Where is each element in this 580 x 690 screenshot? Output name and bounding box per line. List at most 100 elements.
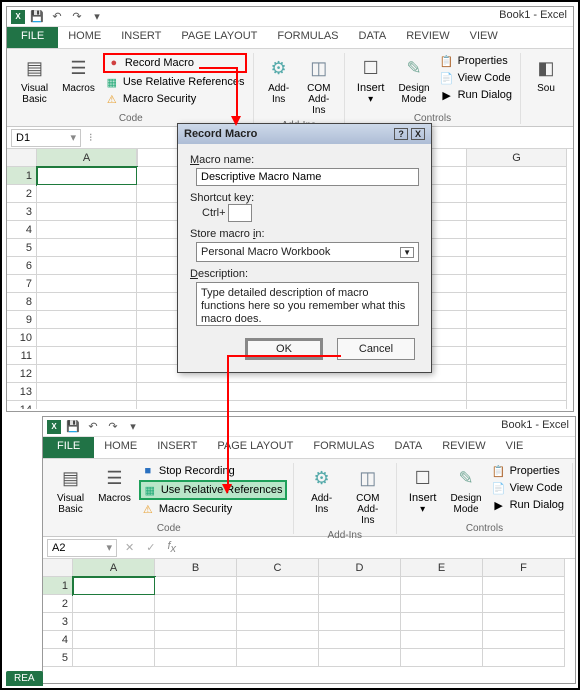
cell[interactable] (467, 257, 567, 275)
col-header-g[interactable]: G (467, 149, 567, 167)
cell[interactable] (467, 311, 567, 329)
row-header[interactable]: 4 (43, 631, 73, 649)
row-header[interactable]: 5 (43, 649, 73, 667)
namebox-dropdown-icon[interactable]: ▾ (106, 541, 112, 554)
tab-data[interactable]: DATA (385, 437, 433, 458)
cell[interactable] (73, 595, 155, 613)
row-header[interactable]: 9 (7, 311, 37, 329)
cell[interactable] (155, 649, 237, 667)
cell[interactable] (37, 401, 137, 409)
cell[interactable] (319, 577, 401, 595)
col-header[interactable]: F (483, 559, 565, 577)
visual-basic-button[interactable]: ▤ Visual Basic (51, 463, 90, 521)
cell[interactable] (37, 275, 137, 293)
insert-control-button[interactable]: ☐ Insert▾ (351, 53, 391, 111)
cell[interactable] (37, 329, 137, 347)
tab-page-layout[interactable]: PAGE LAYOUT (207, 437, 303, 458)
undo-icon[interactable]: ↶ (49, 9, 65, 25)
cell[interactable] (483, 577, 565, 595)
cell[interactable] (467, 275, 567, 293)
cell[interactable] (319, 649, 401, 667)
cell[interactable] (155, 631, 237, 649)
qat-dropdown-icon[interactable]: ▾ (89, 9, 105, 25)
tab-insert[interactable]: INSERT (111, 27, 171, 48)
cell[interactable] (467, 203, 567, 221)
namebox-dropdown-icon[interactable]: ▾ (70, 131, 76, 144)
design-mode-button[interactable]: ✎ Design Mode (392, 53, 435, 111)
row-header[interactable]: 11 (7, 347, 37, 365)
cell[interactable] (401, 649, 483, 667)
cell[interactable] (37, 185, 137, 203)
cell[interactable] (467, 221, 567, 239)
description-textarea[interactable]: Type detailed description of macro funct… (196, 282, 419, 326)
properties-button[interactable]: 📋 Properties (438, 53, 514, 69)
macro-name-input[interactable] (196, 168, 419, 186)
design-mode-button[interactable]: ✎ Design Mode (444, 463, 487, 521)
col-header-a[interactable]: A (37, 149, 137, 167)
cell[interactable] (155, 577, 237, 595)
row-header[interactable]: 12 (7, 365, 37, 383)
cell[interactable] (37, 347, 137, 365)
row-header[interactable]: 4 (7, 221, 37, 239)
cell[interactable] (137, 401, 467, 409)
name-box[interactable]: A2▾ (47, 539, 117, 557)
sheet-tab-status[interactable]: REA (6, 671, 43, 686)
row-header[interactable]: 7 (7, 275, 37, 293)
row-header[interactable]: 3 (43, 613, 73, 631)
addins-button[interactable]: ⚙ Add-Ins (260, 53, 298, 118)
shortcut-key-input[interactable] (228, 204, 252, 222)
cell[interactable] (401, 631, 483, 649)
cell[interactable] (483, 631, 565, 649)
record-macro-button[interactable]: ● Record Macro (103, 53, 247, 73)
cell[interactable] (483, 649, 565, 667)
row-header[interactable]: 10 (7, 329, 37, 347)
cell[interactable] (37, 221, 137, 239)
row-header[interactable]: 1 (43, 577, 73, 595)
tab-data[interactable]: DATA (349, 27, 397, 48)
cell[interactable] (401, 577, 483, 595)
cell[interactable] (319, 631, 401, 649)
redo-icon[interactable]: ↷ (69, 9, 85, 25)
cell[interactable] (467, 329, 567, 347)
macros-button[interactable]: ☰ Macros (92, 463, 137, 521)
col-header[interactable]: D (319, 559, 401, 577)
cancel-button[interactable]: Cancel (337, 338, 415, 360)
qat-dropdown-icon[interactable]: ▾ (125, 419, 141, 435)
cell[interactable] (237, 631, 319, 649)
tab-review[interactable]: REVIEW (396, 27, 459, 48)
cell[interactable] (73, 649, 155, 667)
row-header[interactable]: 3 (7, 203, 37, 221)
cell[interactable] (467, 401, 567, 409)
cell[interactable] (467, 293, 567, 311)
cell[interactable] (401, 595, 483, 613)
tab-home[interactable]: HOME (94, 437, 147, 458)
tab-insert[interactable]: INSERT (147, 437, 207, 458)
tab-formulas[interactable]: FORMULAS (267, 27, 348, 48)
cell[interactable] (319, 613, 401, 631)
cell[interactable] (467, 365, 567, 383)
cell[interactable] (237, 613, 319, 631)
cell[interactable] (483, 613, 565, 631)
tab-view[interactable]: VIE (496, 437, 534, 458)
macro-security-button[interactable]: ⚠ Macro Security (103, 91, 247, 107)
cell[interactable] (155, 595, 237, 613)
view-code-button[interactable]: 📄 View Code (490, 480, 566, 496)
macro-security-button[interactable]: ⚠ Macro Security (139, 501, 287, 517)
col-header[interactable]: A (73, 559, 155, 577)
row-header[interactable]: 6 (7, 257, 37, 275)
source-button[interactable]: ◧ Sou (527, 53, 565, 124)
properties-button[interactable]: 📋 Properties (490, 463, 566, 479)
row-header[interactable]: 5 (7, 239, 37, 257)
undo-icon[interactable]: ↶ (85, 419, 101, 435)
tab-page-layout[interactable]: PAGE LAYOUT (171, 27, 267, 48)
cell[interactable] (237, 577, 319, 595)
stop-recording-button[interactable]: ■ Stop Recording (139, 463, 287, 479)
col-header[interactable]: C (237, 559, 319, 577)
dialog-help-icon[interactable]: ? (394, 128, 408, 140)
cell[interactable] (37, 203, 137, 221)
cell[interactable] (483, 595, 565, 613)
cell[interactable] (401, 613, 483, 631)
row-header[interactable]: 2 (7, 185, 37, 203)
cell[interactable] (37, 293, 137, 311)
cell[interactable] (319, 595, 401, 613)
